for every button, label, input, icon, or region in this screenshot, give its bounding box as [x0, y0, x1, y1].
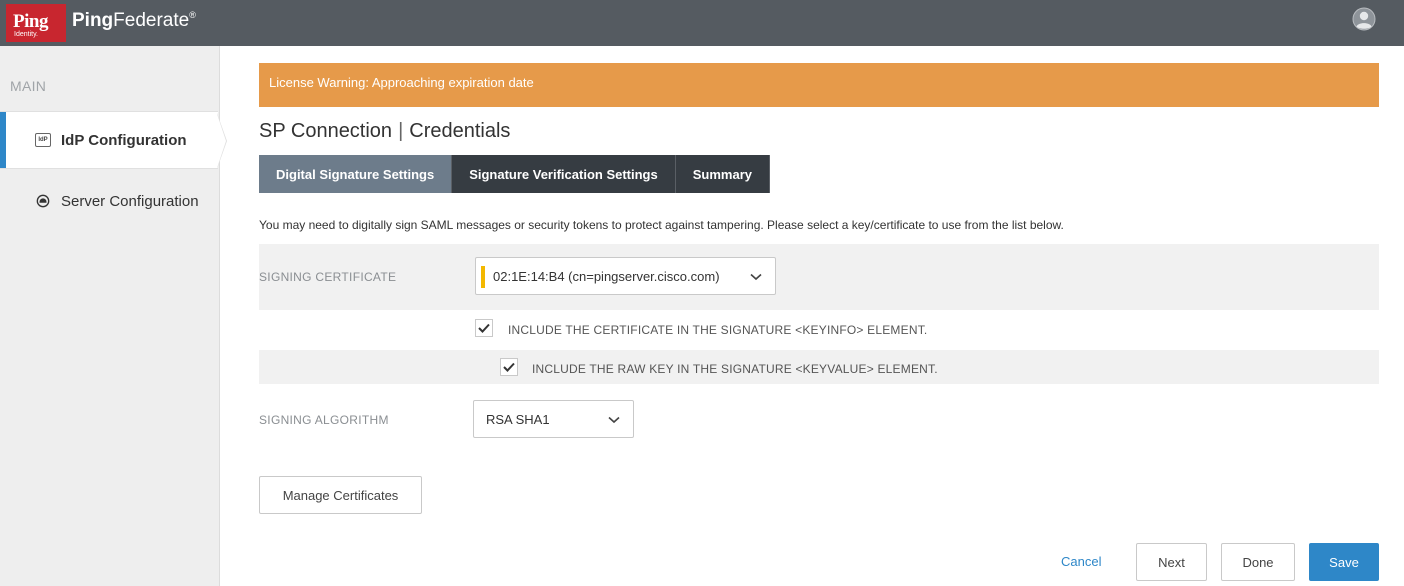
cancel-button[interactable]: Cancel: [1061, 554, 1101, 569]
sidebar: MAIN IdP IdP Configuration Server Config…: [0, 46, 227, 586]
include-certificate-row: INCLUDE THE CERTIFICATE IN THE SIGNATURE…: [259, 312, 1379, 346]
checkmark-icon: [503, 362, 515, 372]
tab-summary[interactable]: Summary: [675, 155, 770, 193]
top-bar: Ping Identity. PingFederate®: [0, 0, 1404, 46]
sidebar-item-idp-configuration[interactable]: IdP IdP Configuration: [0, 111, 227, 169]
tab-digital-signature-settings[interactable]: Digital Signature Settings: [259, 155, 453, 193]
required-indicator: [481, 266, 485, 288]
signing-certificate-row: SIGNING CERTIFICATE 02:1E:14:B4 (cn=ping…: [259, 244, 1379, 310]
include-raw-key-row: INCLUDE THE RAW KEY IN THE SIGNATURE <KE…: [259, 350, 1379, 384]
product-name: PingFederate®: [72, 10, 196, 32]
next-button[interactable]: Next: [1136, 543, 1207, 581]
sidebar-item-server-configuration[interactable]: Server Configuration: [0, 172, 220, 230]
ping-identity-logo[interactable]: Ping Identity.: [6, 4, 66, 42]
signing-algorithm-label: SIGNING ALGORITHM: [259, 413, 389, 427]
include-certificate-label: INCLUDE THE CERTIFICATE IN THE SIGNATURE…: [508, 323, 928, 337]
signing-certificate-value: 02:1E:14:B4 (cn=pingserver.cisco.com): [493, 268, 720, 284]
signing-algorithm-value: RSA SHA1: [486, 411, 550, 427]
page-title: SP Connection | Credentials: [259, 120, 510, 143]
chevron-down-icon: [750, 273, 762, 281]
include-raw-key-label: INCLUDE THE RAW KEY IN THE SIGNATURE <KE…: [532, 362, 938, 376]
signing-algorithm-select[interactable]: RSA SHA1: [473, 400, 634, 438]
sidebar-item-label: Server Configuration: [61, 192, 199, 210]
sidebar-section-main: MAIN: [10, 78, 47, 94]
user-circle-icon[interactable]: [1352, 7, 1376, 31]
idp-icon: IdP: [35, 133, 51, 147]
signing-certificate-select[interactable]: 02:1E:14:B4 (cn=pingserver.cisco.com): [475, 257, 776, 295]
checkmark-icon: [478, 323, 490, 333]
signing-certificate-label: SIGNING CERTIFICATE: [259, 270, 397, 284]
logo-subtext: Identity.: [14, 31, 38, 38]
include-certificate-checkbox[interactable]: [475, 319, 493, 337]
active-pointer-fill: [217, 114, 226, 168]
product-registered-mark: ®: [189, 10, 196, 20]
description-text: You may need to digitally sign SAML mess…: [259, 218, 1064, 232]
sidebar-item-label: IdP Configuration: [61, 131, 187, 149]
tab-bar: Digital Signature Settings Signature Ver…: [259, 155, 770, 193]
logo-text: Ping: [13, 11, 48, 32]
tab-signature-verification-settings[interactable]: Signature Verification Settings: [452, 155, 676, 193]
product-name-bold: Ping: [72, 10, 114, 31]
page-title-separator: |: [398, 120, 404, 142]
include-raw-key-checkbox[interactable]: [500, 358, 518, 376]
signing-algorithm-row: SIGNING ALGORITHM RSA SHA1: [259, 398, 1379, 442]
manage-certificates-button[interactable]: Manage Certificates: [259, 476, 422, 514]
page-title-right: Credentials: [409, 120, 511, 142]
product-name-rest: Federate: [113, 10, 190, 31]
server-icon: [36, 194, 50, 208]
done-button[interactable]: Done: [1221, 543, 1295, 581]
chevron-down-icon: [608, 416, 620, 424]
license-warning-banner: License Warning: Approaching expiration …: [259, 63, 1379, 107]
save-button[interactable]: Save: [1309, 543, 1379, 581]
page-title-left: SP Connection: [259, 120, 393, 142]
